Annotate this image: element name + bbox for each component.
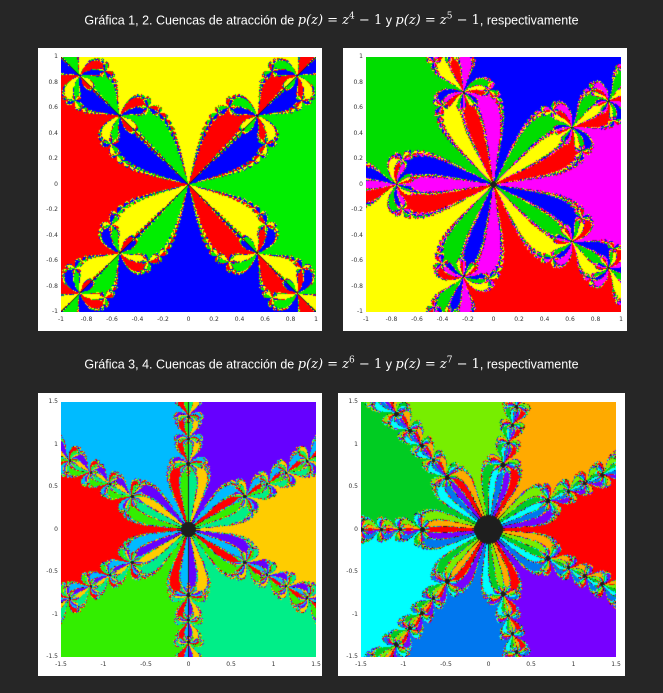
x-tick-label: 1 bbox=[571, 661, 576, 668]
caption-2-expr-2: p(z) = z bbox=[395, 357, 447, 373]
x-tick-label: 0.5 bbox=[526, 661, 536, 668]
caption-1-join: y bbox=[382, 13, 396, 28]
y-tick-label: 1 bbox=[354, 440, 358, 448]
caption-2-tail-1: − 1 bbox=[354, 357, 383, 373]
y-tick-label: 0.5 bbox=[48, 483, 58, 490]
y-tick-label: 0 bbox=[354, 525, 358, 533]
y-tick-label: 0 bbox=[359, 180, 363, 188]
y-tick-label: 0.8 bbox=[353, 78, 363, 86]
caption-1-suffix: , respectivamente bbox=[479, 13, 579, 28]
y-tick-label: 0 bbox=[54, 180, 58, 188]
x-tick-label: -1 bbox=[363, 316, 369, 323]
x-tick-label: 0 bbox=[486, 661, 491, 668]
y-tick-label: 0.4 bbox=[353, 129, 363, 137]
x-tick-label: 0.2 bbox=[209, 316, 219, 323]
x-tick-label: 1 bbox=[619, 316, 623, 323]
plot-panel-z6: -1.5 -1 -0.5 0 0.5 1 1.5 1.5 1 0.5 0 -0.5 -1 -1.5 bbox=[38, 393, 322, 676]
x-tick-label: 0.4 bbox=[234, 316, 245, 323]
x-tick-label: 0.2 bbox=[514, 316, 524, 323]
y-tick-label: 0.2 bbox=[353, 155, 363, 162]
plot-panel-z7: -1.5 -1 -0.5 0 0.5 1 1.5 1.5 1 0.5 0 -0.5 -1 -1.5 bbox=[338, 393, 625, 676]
caption-1-tail-2: − 1 bbox=[452, 13, 480, 29]
y-tick-label: 1 bbox=[54, 53, 58, 60]
caption-2-join: y bbox=[382, 357, 396, 372]
caption-1-text: Gráfica 1, 2. Cuencas de atracción de bbox=[84, 13, 298, 28]
y-tick-label: -0.4 bbox=[46, 231, 58, 239]
y-tick-label: -0.2 bbox=[351, 206, 363, 213]
y-tick-label: 1 bbox=[359, 53, 363, 60]
caption-2: Gráfica 3, 4. Cuencas de atracción de p(… bbox=[0, 356, 663, 372]
x-tick-label: -0.8 bbox=[80, 316, 93, 323]
y-tick-label: -0.4 bbox=[351, 231, 363, 239]
x-tick-label: -0.6 bbox=[411, 316, 423, 323]
x-tick-label: -1.5 bbox=[55, 661, 67, 668]
y-tick-label: 0.2 bbox=[48, 155, 58, 162]
x-tick-label: -0.8 bbox=[385, 316, 398, 323]
x-tick-label: -0.5 bbox=[440, 661, 452, 668]
y-tick-label: 1 bbox=[54, 440, 58, 448]
y-tick-label: 1.5 bbox=[48, 398, 58, 405]
x-tick-label: -1.5 bbox=[355, 661, 367, 668]
x-tick-label: 0.5 bbox=[226, 661, 236, 668]
x-tick-label: 1 bbox=[314, 316, 318, 323]
y-tick-label: -0.6 bbox=[351, 257, 363, 264]
x-tick-label: 1.5 bbox=[311, 661, 321, 668]
basin-image-z4 bbox=[61, 57, 316, 312]
basin-image-z7 bbox=[361, 402, 616, 657]
x-tick-label: -0.6 bbox=[106, 316, 118, 323]
y-tick-label: -0.6 bbox=[46, 257, 58, 264]
y-tick-label: -1 bbox=[52, 610, 58, 618]
y-tick-label: -0.5 bbox=[346, 568, 358, 575]
x-tick-label: -0.4 bbox=[131, 316, 144, 323]
x-tick-label: 0 bbox=[186, 316, 191, 323]
x-tick-label: 0.8 bbox=[285, 316, 296, 323]
x-tick-label: -0.2 bbox=[157, 316, 169, 323]
x-tick-label: 0.6 bbox=[260, 316, 270, 323]
y-tick-label: -0.8 bbox=[46, 282, 58, 290]
y-tick-label: -0.5 bbox=[46, 568, 58, 575]
x-tick-label: -1 bbox=[58, 316, 64, 323]
x-tick-label: -0.2 bbox=[462, 316, 474, 323]
y-tick-label: 0.6 bbox=[353, 104, 363, 111]
x-tick-label: 0 bbox=[186, 661, 191, 668]
y-tick-label: -1 bbox=[357, 308, 363, 315]
x-tick-label: 0.4 bbox=[539, 316, 550, 323]
y-tick-label: -1 bbox=[352, 610, 358, 618]
x-tick-label: 0 bbox=[491, 316, 496, 323]
y-tick-label: 0.4 bbox=[48, 129, 58, 137]
basin-image-z5 bbox=[366, 57, 621, 312]
caption-1-expr-2: p(z) = z bbox=[395, 13, 447, 29]
x-tick-label: -1 bbox=[100, 661, 107, 668]
y-tick-label: 0 bbox=[54, 525, 58, 533]
y-tick-label: 0.8 bbox=[48, 78, 58, 86]
caption-1-tail-1: − 1 bbox=[354, 13, 383, 29]
x-tick-label: 0.8 bbox=[590, 316, 601, 323]
caption-2-suffix: , respectivamente bbox=[479, 357, 579, 372]
caption-1-expr-1: p(z) = z bbox=[297, 13, 350, 29]
caption-2-text: Gráfica 3, 4. Cuencas de atracción de bbox=[84, 357, 298, 372]
caption-1: Gráfica 1, 2. Cuencas de atracción de p(… bbox=[0, 12, 663, 28]
y-tick-label: 0.6 bbox=[48, 104, 58, 111]
y-tick-label: -0.2 bbox=[46, 206, 58, 213]
x-tick-label: -0.5 bbox=[140, 661, 152, 668]
y-tick-label: 1.5 bbox=[348, 398, 358, 405]
x-tick-label: -0.4 bbox=[436, 316, 449, 323]
plot-panel-z4: -1 -0.8 -0.6 -0.4 -0.2 0 0.2 0.4 0.6 0.8 1 1 0.8 0.6 0… bbox=[38, 48, 322, 331]
caption-2-expr-1: p(z) = z bbox=[297, 357, 350, 373]
y-tick-label: -1.5 bbox=[46, 653, 58, 660]
x-tick-label: 1.5 bbox=[611, 661, 621, 668]
caption-2-tail-2: − 1 bbox=[452, 357, 480, 373]
x-tick-label: -1 bbox=[400, 661, 407, 668]
y-tick-label: 0.5 bbox=[348, 483, 358, 490]
y-tick-label: -1.5 bbox=[346, 653, 358, 660]
y-tick-label: -0.8 bbox=[351, 282, 363, 290]
basin-image-z6 bbox=[61, 402, 316, 657]
x-tick-label: 1 bbox=[271, 661, 276, 668]
y-tick-label: -1 bbox=[52, 308, 58, 315]
x-tick-label: 0.6 bbox=[565, 316, 575, 323]
plot-panel-z5: -1 -0.8 -0.6 -0.4 -0.2 0 0.2 0.4 0.6 0.8 1 1 0.8 0.6 0… bbox=[343, 48, 627, 331]
